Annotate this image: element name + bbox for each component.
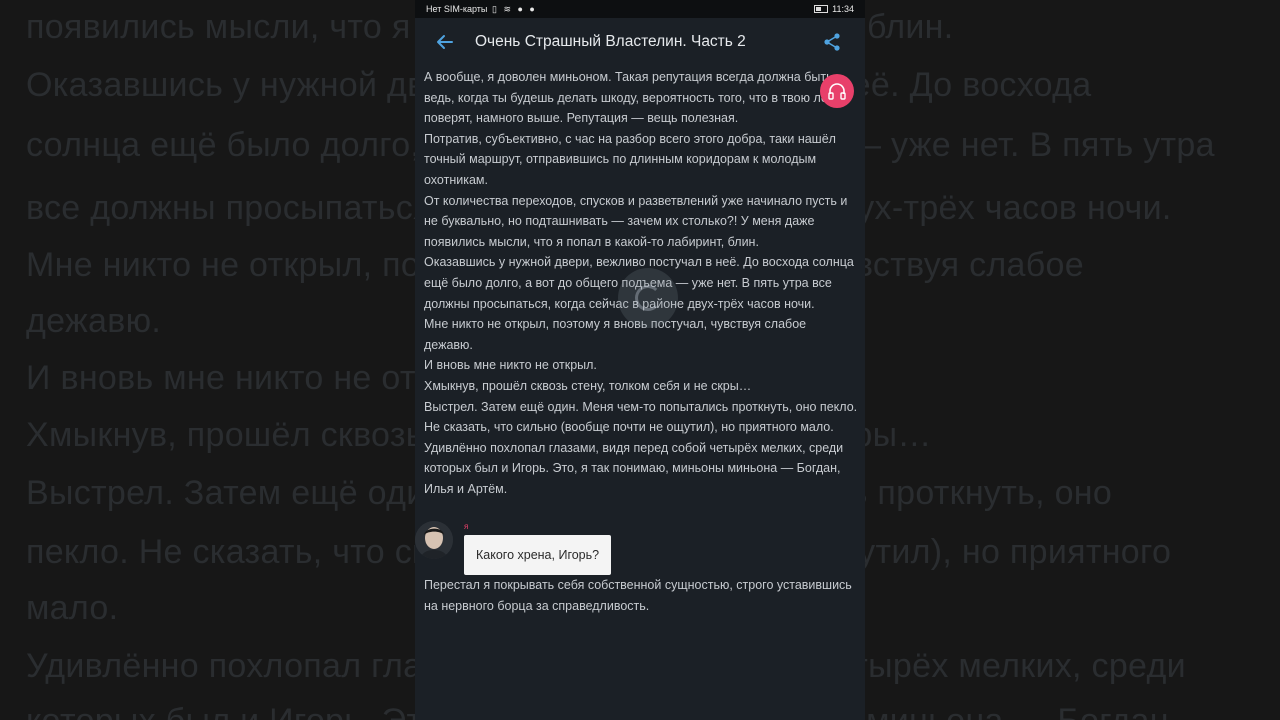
battery-icon bbox=[814, 5, 829, 13]
story-paragraph: А вообще, я доволен миньоном. Такая репу… bbox=[424, 70, 843, 126]
audio-play-button[interactable] bbox=[820, 74, 854, 108]
carrier-text: Нет SIM-карты bbox=[426, 4, 488, 14]
speaker-name: я bbox=[464, 522, 469, 531]
dialog-message: я Какого хрена, Игорь? bbox=[415, 518, 865, 578]
spinner-ring-icon bbox=[635, 285, 661, 311]
background-text-line: мало. bbox=[26, 589, 119, 627]
story-paragraph: Хмыкнув, прошёл сквозь стену, толком себ… bbox=[424, 378, 752, 393]
story-paragraph: Удивлённо похлопал глазами, видя перед с… bbox=[424, 440, 844, 496]
back-arrow-icon[interactable] bbox=[433, 30, 457, 54]
story-paragraph: Выстрел. Затем ещё один. Меня чем-то поп… bbox=[424, 399, 858, 435]
avatar bbox=[415, 521, 453, 559]
status-right: 11:34 bbox=[814, 4, 854, 14]
speech-bubble: Какого хрена, Игорь? bbox=[464, 535, 612, 575]
story-paragraph: И вновь мне никто не открыл. bbox=[424, 358, 597, 373]
status-icons: ▯ ≋ ● ● bbox=[492, 4, 537, 14]
background-text-line: дежавю. bbox=[26, 302, 162, 340]
loading-spinner bbox=[618, 268, 678, 328]
app-bar: Очень Страшный Властелин. Часть 2 bbox=[415, 18, 865, 68]
page-title: Очень Страшный Властелин. Часть 2 bbox=[475, 33, 746, 50]
story-paragraph-after-dialog: Перестал я покрывать себя собственной су… bbox=[424, 578, 852, 613]
status-bar: Нет SIM-карты ▯ ≋ ● ● 11:34 bbox=[415, 0, 865, 18]
share-icon[interactable] bbox=[821, 31, 843, 53]
story-paragraph: От количества переходов, спусков и разве… bbox=[424, 193, 848, 249]
phone-screen: Нет SIM-карты ▯ ≋ ● ● 11:34 Очень Страшн… bbox=[415, 0, 865, 720]
headphones-icon bbox=[828, 83, 846, 100]
story-paragraph: Потратив, субъективно, с час на разбор в… bbox=[424, 131, 836, 187]
status-time: 11:34 bbox=[832, 4, 854, 14]
